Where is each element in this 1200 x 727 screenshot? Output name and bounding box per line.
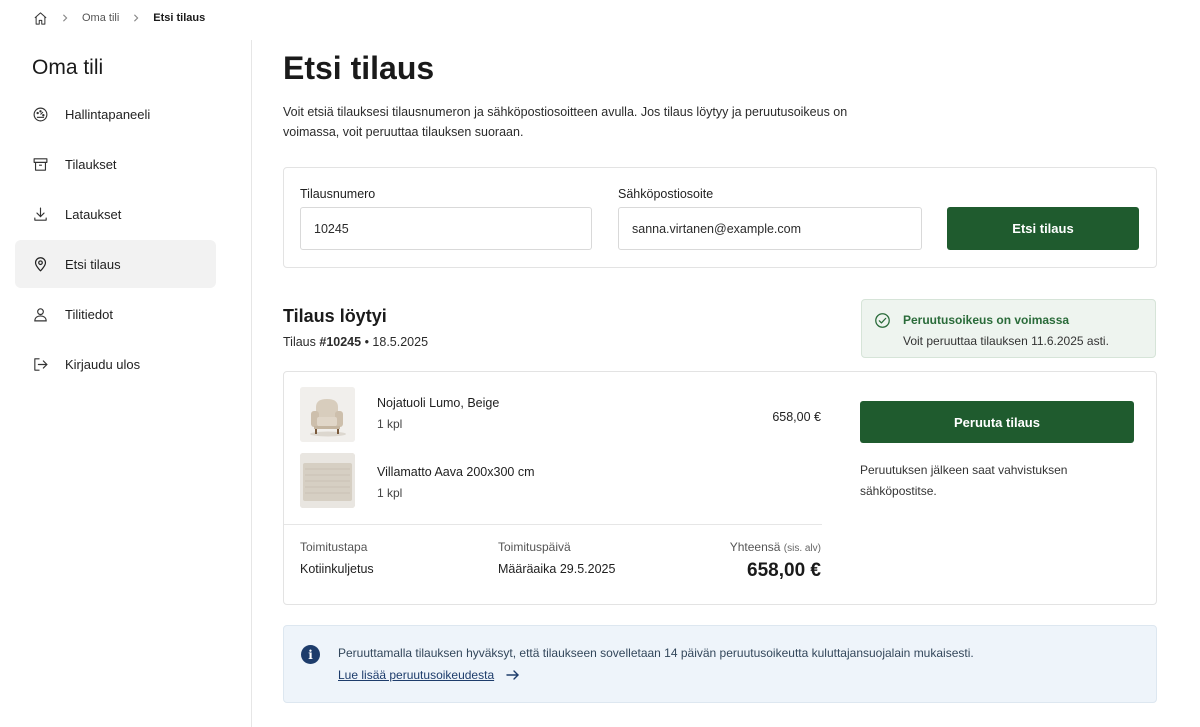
item-price: 658,00 € (772, 410, 821, 424)
sidebar-item-label: Lataukset (65, 206, 122, 222)
map-pin-icon (32, 256, 49, 273)
search-form: Tilausnumero Sähköpostiosoite Etsi tilau… (283, 167, 1157, 268)
sidebar-nav: Hallintapaneeli Tilaukset Lataukset Etsi… (15, 90, 216, 390)
learn-more-label: Lue lisää peruutusoikeudesta (338, 668, 495, 682)
order-date: • 18.5.2025 (364, 335, 429, 349)
sidebar-item-hallintapaneeli[interactable]: Hallintapaneeli (15, 90, 216, 138)
total-label-text: Yhteensä (729, 540, 781, 554)
archive-box-icon (32, 156, 49, 173)
email-input[interactable] (618, 207, 922, 250)
sidebar-item-label: Etsi tilaus (65, 256, 121, 272)
total-label: Yhteensä (sis. alv) (730, 540, 821, 554)
delivery-date-value: Määräaika 29.5.2025 (498, 562, 616, 576)
item-quantity: 1 kpl (377, 486, 403, 500)
item-name: Nojatuoli Lumo, Beige (377, 396, 500, 410)
breadcrumb-item-current: Etsi tilaus (153, 12, 206, 24)
status-title: Peruutusoikeus on voimassa (903, 313, 1070, 327)
delivery-method-value: Kotiinkuljetus (300, 562, 374, 576)
info-notice: i Peruuttamalla tilauksen hyväksyt, että… (283, 625, 1157, 703)
delivery-date-label: Toimituspäivä (498, 540, 571, 554)
total-value: 658,00 € (747, 560, 821, 581)
search-order-button[interactable]: Etsi tilaus (947, 207, 1139, 250)
order-number-input[interactable] (300, 207, 592, 250)
status-badge: Peruutusoikeus on voimassa Voit peruutta… (861, 299, 1156, 358)
breadcrumb: Oma tili Etsi tilaus (32, 9, 205, 27)
sidebar-item-lataukset[interactable]: Lataukset (15, 190, 216, 238)
chevron-right-icon (61, 14, 69, 22)
dashboard-icon (32, 106, 49, 123)
chevron-right-icon (132, 14, 140, 22)
user-icon (32, 306, 49, 323)
page-title: Etsi tilaus (283, 50, 435, 86)
order-card: Nojatuoli Lumo, Beige 1 kpl 658,00 € Vil… (283, 371, 1157, 605)
divider (284, 524, 822, 525)
sidebar-item-kirjaudu-ulos[interactable]: Kirjaudu ulos (15, 340, 216, 388)
info-text: Peruuttamalla tilauksen hyväksyt, että t… (338, 646, 974, 660)
sidebar-item-tilaukset[interactable]: Tilaukset (15, 140, 216, 188)
sidebar-title: Oma tili (32, 56, 104, 79)
breadcrumb-item-oma-tili[interactable]: Oma tili (82, 12, 119, 24)
armchair-image (300, 387, 355, 442)
item-quantity: 1 kpl (377, 417, 403, 431)
sidebar-item-label: Hallintapaneeli (65, 106, 151, 122)
sidebar-item-tilitiedot[interactable]: Tilitiedot (15, 290, 216, 338)
order-number: #10245 (319, 335, 362, 349)
download-icon (32, 206, 49, 223)
sidebar-item-label: Kirjaudu ulos (65, 356, 141, 372)
email-label: Sähköpostiosoite (618, 187, 714, 201)
sidebar: Oma tili Hallintapaneeli Tilaukset Latau… (0, 40, 252, 727)
info-icon: i (301, 645, 320, 664)
arrow-right-icon (506, 669, 520, 681)
item-name: Villamatto Aava 200x300 cm (377, 465, 535, 479)
home-icon[interactable] (32, 10, 48, 26)
sidebar-item-label: Tilaukset (65, 156, 117, 172)
check-circle-icon (874, 312, 891, 329)
order-number-label: Tilausnumero (300, 187, 376, 201)
total-vat-note: (sis. alv) (783, 543, 821, 554)
logout-icon (32, 356, 49, 373)
order-prefix: Tilaus (283, 335, 316, 349)
order-meta: Tilaus #10245 • 18.5.2025 (283, 335, 428, 349)
status-text: Voit peruuttaa tilauksen 11.6.2025 asti. (903, 334, 1109, 348)
sidebar-item-etsi-tilaus[interactable]: Etsi tilaus (15, 240, 216, 288)
learn-more-link[interactable]: Lue lisää peruutusoikeudesta (338, 668, 520, 682)
rug-image (300, 453, 355, 508)
sidebar-item-label: Tilitiedot (65, 306, 113, 322)
delivery-method-label: Toimitustapa (300, 540, 368, 554)
cancel-note: Peruutuksen jälkeen saat vahvistuksen sä… (860, 463, 1068, 498)
cancel-order-button[interactable]: Peruuta tilaus (860, 401, 1134, 443)
result-title: Tilaus löytyi (283, 306, 387, 326)
intro-text: Voit etsiä tilauksesi tilausnumeron ja s… (283, 105, 848, 139)
